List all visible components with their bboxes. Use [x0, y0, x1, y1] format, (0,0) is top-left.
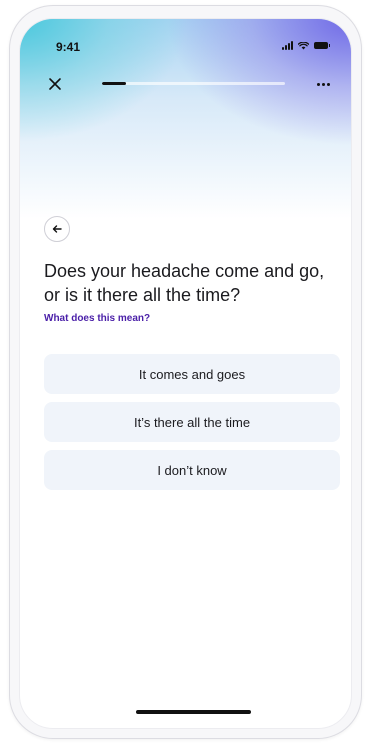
more-options-button[interactable]: [311, 75, 335, 93]
question-title: Does your headache come and go, or is it…: [44, 261, 325, 305]
close-icon: [49, 78, 61, 90]
home-indicator: [136, 710, 251, 714]
progress-bar-fill: [102, 82, 126, 85]
app-screen: 9:41 Does your headache come and go, or …: [19, 18, 352, 729]
help-link[interactable]: What does this mean?: [44, 313, 150, 324]
status-bar: 9:41: [20, 19, 351, 59]
answer-options: It comes and goes It’s there all the tim…: [44, 354, 340, 498]
close-button[interactable]: [44, 73, 66, 95]
wifi-icon: [298, 41, 309, 49]
top-nav: [20, 71, 351, 101]
option-there-all-the-time[interactable]: It’s there all the time: [44, 402, 340, 442]
option-comes-and-goes[interactable]: It comes and goes: [44, 354, 340, 394]
progress-bar: [102, 82, 285, 85]
battery-icon: [314, 42, 330, 49]
more-horizontal-icon: [316, 82, 320, 86]
back-button[interactable]: [44, 216, 70, 242]
cellular-signal-icon: [282, 41, 293, 50]
option-dont-know[interactable]: I don’t know: [44, 450, 340, 490]
status-time: 9:41: [56, 40, 81, 54]
arrow-left-icon: [52, 225, 62, 233]
status-icons: [282, 41, 330, 50]
